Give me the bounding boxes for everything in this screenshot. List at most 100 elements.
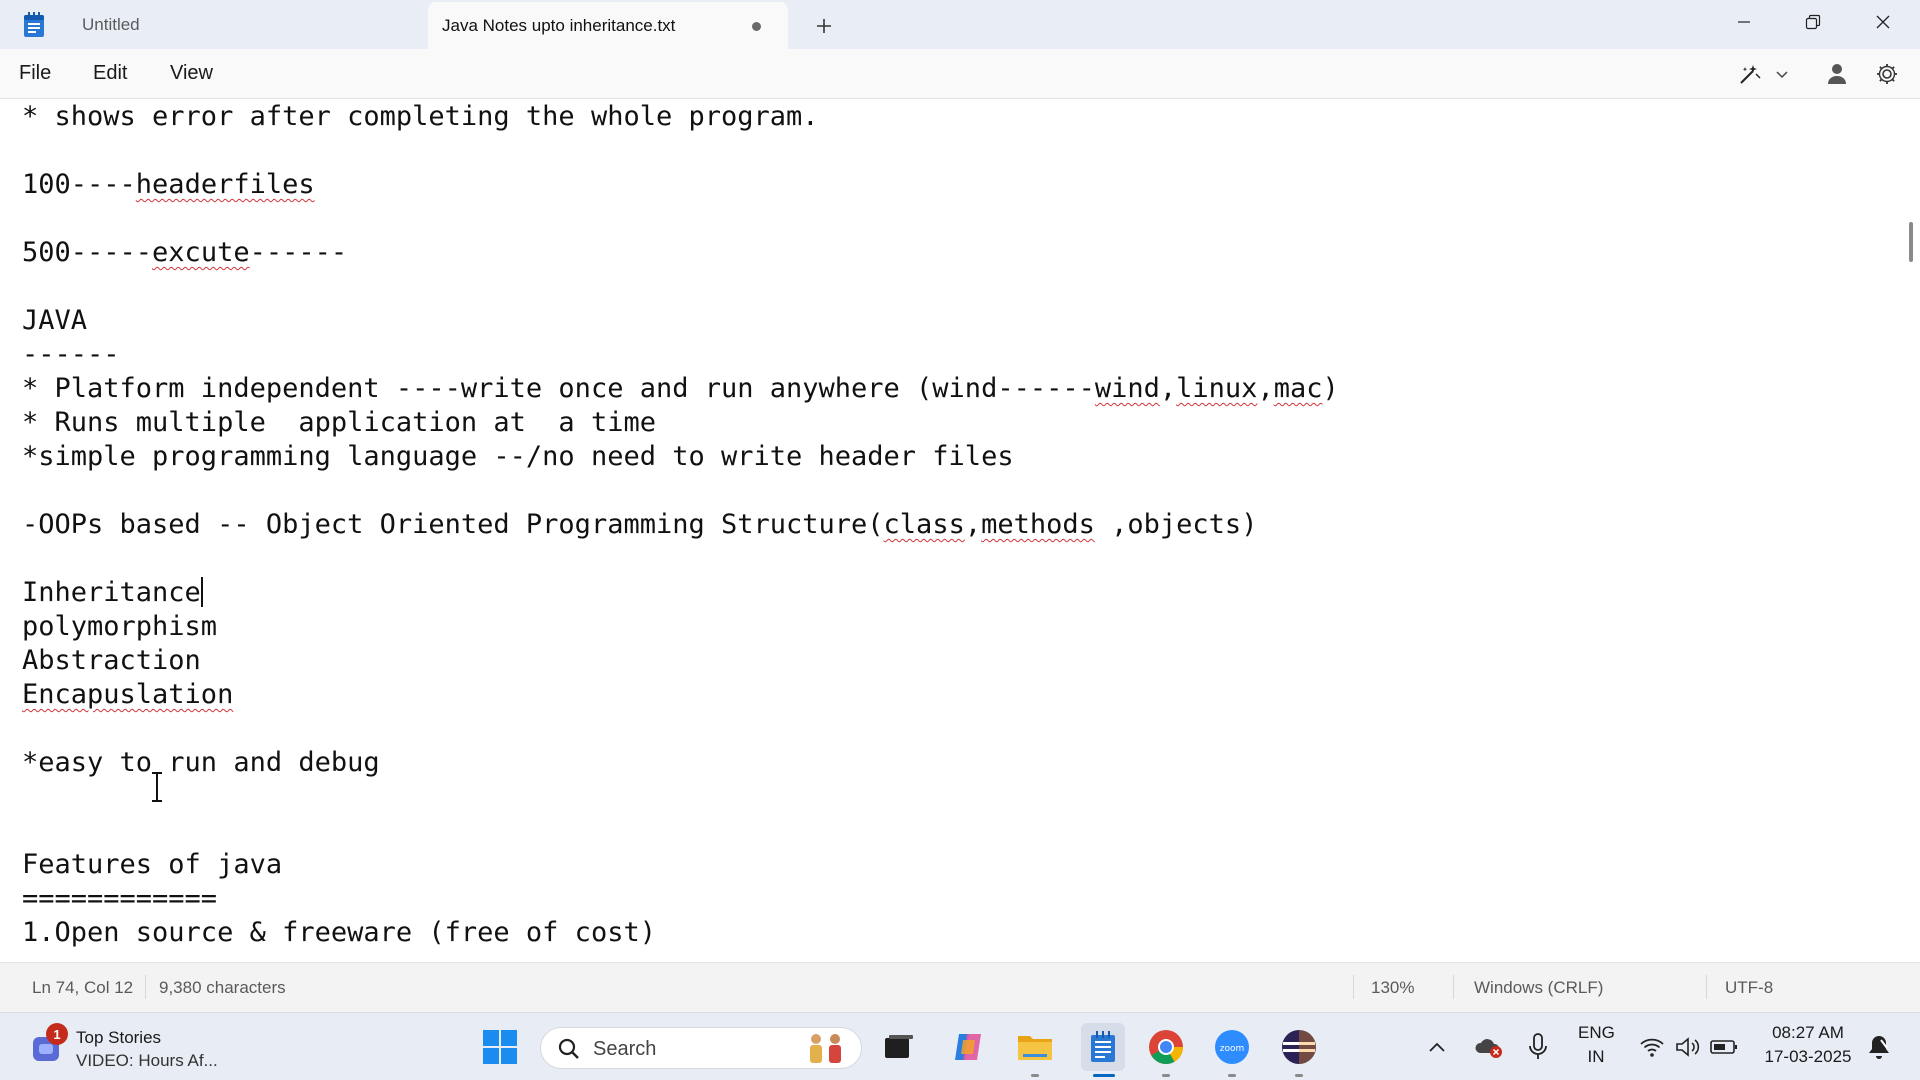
vertical-scrollbar-thumb[interactable] <box>1909 222 1913 262</box>
zoom-level[interactable]: 130% <box>1371 978 1414 998</box>
copilot-icon <box>955 1034 981 1060</box>
chrome-button[interactable] <box>1146 1027 1186 1077</box>
cursor-position[interactable]: Ln 74, Col 12 <box>32 978 133 998</box>
editor-line: 100----headerfiles <box>22 169 315 200</box>
editor-line: Abstraction <box>22 645 201 676</box>
eclipse-icon <box>1282 1030 1316 1064</box>
status-divider <box>1706 975 1707 999</box>
news-widget[interactable]: 1 Top Stories VIDEO: Hours Af... <box>24 1021 244 1073</box>
close-icon <box>1876 15 1890 29</box>
tab-untitled[interactable]: Untitled <box>62 0 426 49</box>
text-caret <box>200 577 203 607</box>
editor-line: ============ <box>22 883 218 914</box>
search-input[interactable]: Search <box>540 1027 862 1069</box>
gear-icon <box>1877 64 1897 84</box>
line-ending[interactable]: Windows (CRLF) <box>1474 978 1603 998</box>
copilot-button[interactable] <box>948 1027 988 1067</box>
editor-line: *easy to run and debug <box>22 747 380 778</box>
chrome-icon <box>1149 1030 1183 1064</box>
notifications-button[interactable] <box>1862 1027 1896 1067</box>
show-hidden-icons-button[interactable] <box>1422 1027 1452 1067</box>
task-view-icon <box>885 1035 913 1058</box>
character-count: 9,380 characters <box>159 978 286 997</box>
notepad-icon <box>1091 1031 1115 1062</box>
battery-status[interactable] <box>1708 1027 1740 1067</box>
chevron-down-icon <box>1776 71 1788 79</box>
active-indicator <box>1093 1074 1115 1077</box>
start-button[interactable] <box>480 1027 520 1067</box>
editor-line: *simple programming language --/no need … <box>22 441 1014 472</box>
onedrive-button[interactable] <box>1472 1027 1506 1067</box>
microphone-icon <box>1529 1033 1547 1059</box>
news-title: Top Stories <box>76 1028 162 1047</box>
wifi-icon <box>1640 1038 1664 1057</box>
editor-line: Encapuslation <box>22 679 234 710</box>
search-highlight-icon <box>810 1034 841 1063</box>
copilot-rewrite-button[interactable] <box>1728 58 1798 90</box>
editor-line: 1.Open source & freeware (free of cost) <box>22 917 656 948</box>
account-button[interactable] <box>1820 58 1854 90</box>
close-button[interactable] <box>1848 0 1918 44</box>
editor-line: 500-----excute------ <box>22 237 348 268</box>
bell-dnd-icon <box>1869 1036 1889 1059</box>
settings-button[interactable] <box>1870 58 1904 90</box>
unsaved-dot-icon[interactable] <box>752 22 761 31</box>
minimize-icon <box>1738 21 1750 23</box>
status-divider <box>1453 975 1454 999</box>
wifi-status[interactable] <box>1636 1027 1668 1067</box>
restore-button[interactable] <box>1778 0 1848 44</box>
running-indicator <box>1295 1074 1303 1077</box>
language-indicator[interactable]: ENG <box>1578 1023 1615 1043</box>
minimize-button[interactable] <box>1709 0 1779 44</box>
folder-icon <box>1018 1036 1052 1060</box>
clock-time[interactable]: 08:27 AM <box>1758 1023 1858 1043</box>
news-subtitle: VIDEO: Hours Af... <box>76 1051 218 1070</box>
editor-line: polymorphism <box>22 611 218 642</box>
speaker-icon <box>1676 1037 1700 1057</box>
menu-bar: File Edit View <box>0 49 1920 99</box>
editor-line: Inheritance <box>22 577 203 608</box>
tab-java-notes[interactable]: Java Notes upto inheritance.txt <box>428 2 788 49</box>
zoom-button[interactable]: zoom <box>1212 1027 1252 1077</box>
notification-badge: 1 <box>46 1023 68 1045</box>
status-bar: Ln 74, Col 12 9,380 characters 130% Wind… <box>0 962 1920 1012</box>
running-indicator <box>1228 1074 1236 1077</box>
running-indicator <box>1031 1074 1039 1077</box>
region-indicator: IN <box>1587 1047 1605 1066</box>
text-editor[interactable]: * shows error after completing the whole… <box>0 100 1900 962</box>
person-icon <box>1828 64 1846 84</box>
menu-edit[interactable]: Edit <box>93 62 127 85</box>
editor-line: * shows error after completing the whole… <box>22 101 819 132</box>
taskbar: 1 Top Stories VIDEO: Hours Af... Search <box>0 1012 1920 1080</box>
magic-pen-icon <box>1740 65 1761 84</box>
editor-line: ------ <box>22 339 120 370</box>
windows-logo-icon <box>483 1030 517 1064</box>
chevron-up-icon <box>1429 1042 1445 1052</box>
new-tab-button[interactable] <box>808 10 840 42</box>
notepad-app-icon <box>24 12 44 37</box>
running-indicator <box>1162 1074 1170 1077</box>
clock-date[interactable]: 17-03-2025 <box>1758 1047 1858 1067</box>
editor-line: JAVA <box>22 305 88 336</box>
eclipse-button[interactable] <box>1279 1027 1319 1077</box>
notepad-taskbar-button[interactable] <box>1081 1023 1125 1077</box>
task-view-button[interactable] <box>879 1027 919 1067</box>
status-divider <box>145 975 146 999</box>
search-placeholder: Search <box>593 1038 657 1060</box>
microphone-button[interactable] <box>1521 1027 1555 1067</box>
menu-file[interactable]: File <box>19 62 51 85</box>
volume-status[interactable] <box>1672 1027 1704 1067</box>
search-icon <box>558 1038 579 1059</box>
restore-icon <box>1805 14 1821 30</box>
tab-label: Untitled <box>82 14 140 34</box>
file-explorer-button[interactable] <box>1015 1027 1055 1077</box>
editor-line: Features of java <box>22 849 283 880</box>
battery-icon <box>1710 1040 1737 1054</box>
encoding[interactable]: UTF-8 <box>1725 978 1773 998</box>
editor-line: -OOPs based -- Object Oriented Programmi… <box>22 509 1258 540</box>
menu-view[interactable]: View <box>170 62 213 85</box>
status-divider <box>1353 975 1354 999</box>
zoom-app-icon: zoom <box>1215 1030 1249 1064</box>
tab-label: Java Notes upto inheritance.txt <box>442 15 676 35</box>
svg-text:zoom: zoom <box>1220 1044 1245 1054</box>
